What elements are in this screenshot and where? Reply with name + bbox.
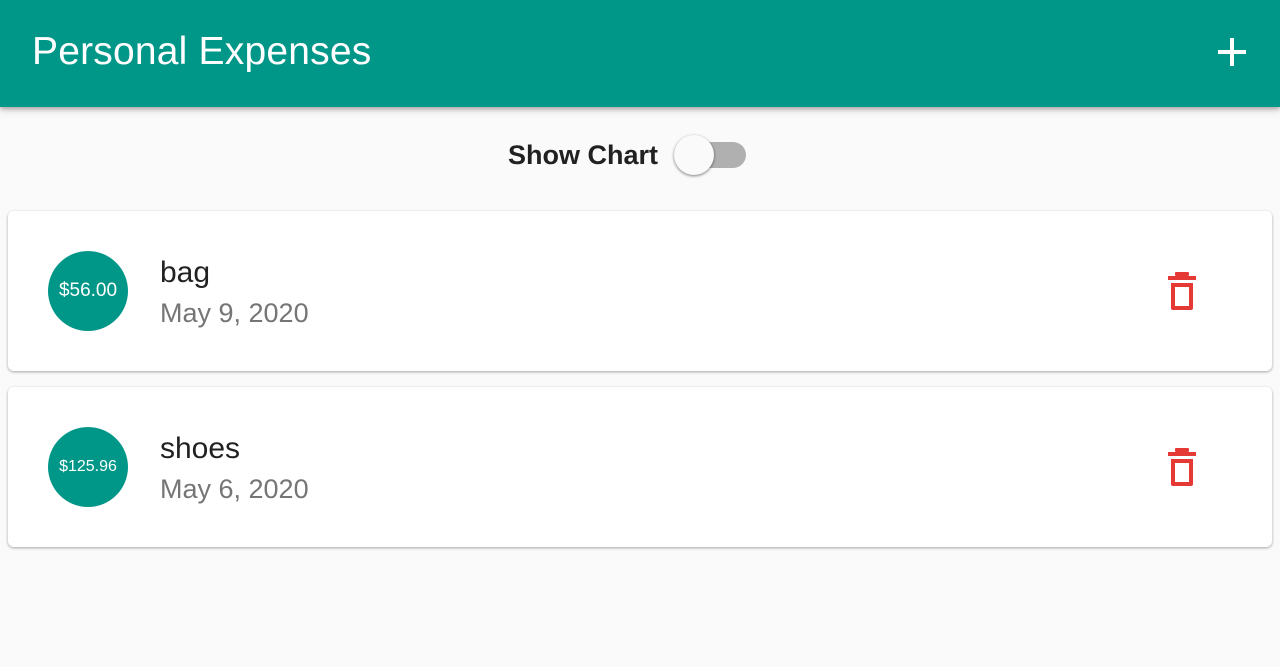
transaction-title: shoes — [160, 432, 241, 465]
delete-button[interactable] — [1156, 263, 1212, 319]
transaction-card: $125.96 shoes May 6, 2020 — [8, 387, 1272, 547]
plus-icon — [1218, 38, 1246, 66]
trash-icon — [1168, 448, 1196, 486]
amount-avatar: $125.96 — [48, 427, 128, 507]
transaction-date: May 9, 2020 — [160, 298, 309, 328]
transaction-date: May 6, 2020 — [160, 474, 309, 504]
add-transaction-button[interactable] — [1204, 24, 1260, 80]
amount-avatar: $56.00 — [48, 251, 128, 331]
trash-icon — [1168, 272, 1196, 310]
transaction-title: bag — [160, 256, 211, 289]
chart-toggle-row: Show Chart — [0, 107, 1280, 203]
show-chart-switch[interactable] — [672, 133, 748, 177]
app-bar: Personal Expenses — [0, 0, 1280, 107]
app-title: Personal Expenses — [32, 30, 372, 73]
transaction-card: $56.00 bag May 9, 2020 — [8, 211, 1272, 371]
switch-thumb — [674, 135, 714, 175]
show-chart-label: Show Chart — [508, 140, 659, 170]
delete-button[interactable] — [1156, 439, 1212, 495]
